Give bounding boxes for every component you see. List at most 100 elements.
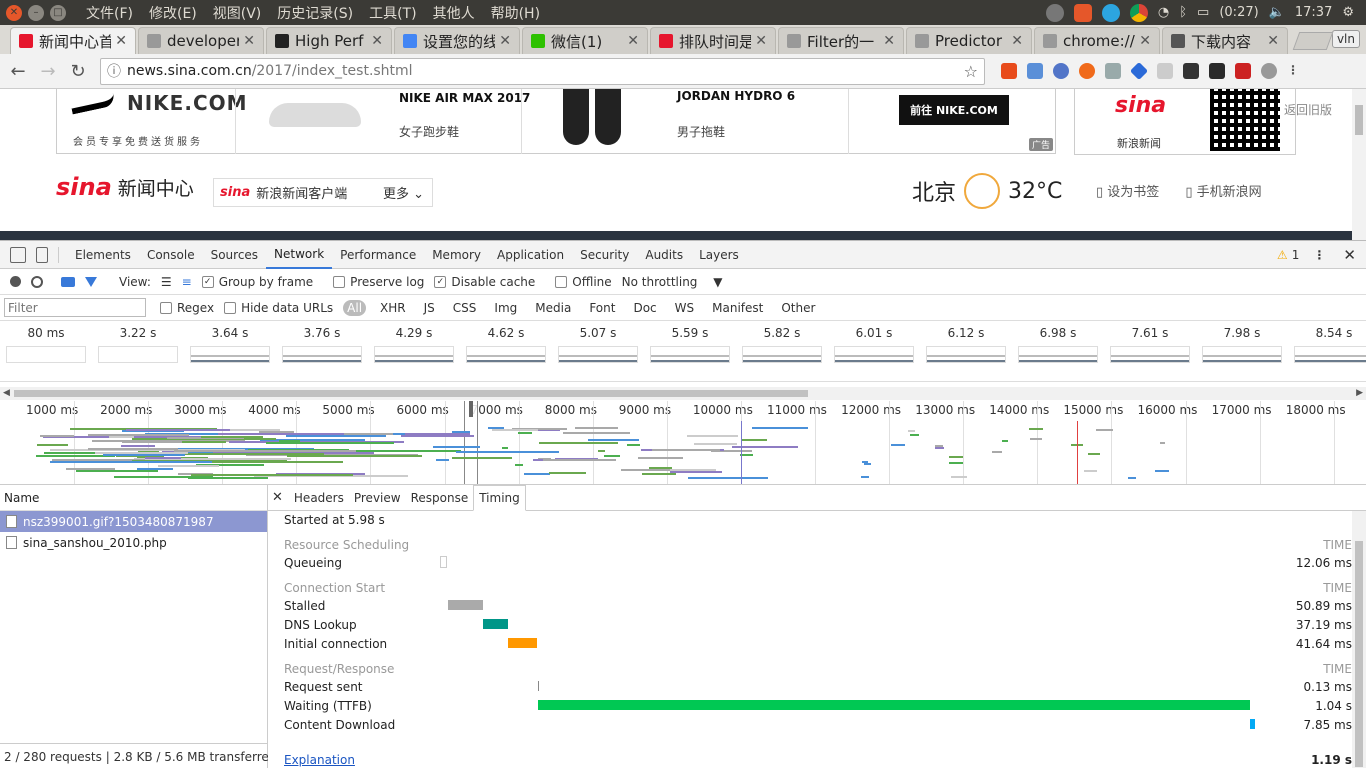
wifi-icon[interactable]: ◔ xyxy=(1158,5,1169,20)
extension-icon[interactable] xyxy=(1105,63,1121,79)
filmstrip-frame[interactable]: 7.61 s xyxy=(1109,326,1191,363)
filmstrip-frame[interactable]: 5.82 s xyxy=(741,326,823,363)
news-client-dropdown[interactable]: sina 新浪新闻客户端 更多 ⌄ xyxy=(213,178,433,207)
name-column-header[interactable]: Name xyxy=(0,485,267,511)
chrome-menu-icon[interactable]: ⋮ xyxy=(1287,63,1299,79)
browser-tab[interactable]: Filter的一 ✕ xyxy=(778,27,904,54)
extension-icon[interactable] xyxy=(1261,63,1277,79)
filmstrip-frame[interactable]: 80 ms xyxy=(5,326,87,363)
devtools-tab-memory[interactable]: Memory xyxy=(424,241,489,269)
filter-type-font[interactable]: Font xyxy=(585,300,619,316)
clock[interactable]: 17:37 xyxy=(1295,5,1332,20)
filmstrip-scrollbar[interactable]: ◀ ▶ xyxy=(0,387,1366,400)
handle-grip[interactable] xyxy=(469,401,473,417)
mobile-link[interactable]: ▯ 手机新浪网 xyxy=(1185,181,1261,200)
request-row[interactable]: nsz399001.gif?1503480871987 xyxy=(0,511,267,532)
devtools-tab-sources[interactable]: Sources xyxy=(203,241,266,269)
preserve-log-checkbox[interactable]: Preserve log xyxy=(333,275,424,289)
tab-close-icon[interactable]: ✕ xyxy=(627,33,639,49)
nike-ad-banner[interactable]: NIKE.COM 会员专享免费送货服务 NIKE AIR MAX 2017 女子… xyxy=(56,89,1056,154)
page-scrollbar[interactable] xyxy=(1352,89,1366,240)
devtools-tab-security[interactable]: Security xyxy=(572,241,637,269)
extension-icon[interactable] xyxy=(1129,61,1149,81)
menu-help[interactable]: 帮助(H) xyxy=(491,3,540,23)
detail-tab-preview[interactable]: Preview xyxy=(349,485,406,511)
devtools-tab-layers[interactable]: Layers xyxy=(691,241,747,269)
tab-close-icon[interactable]: ✕ xyxy=(755,33,767,49)
browser-tab[interactable]: 微信(1) ✕ xyxy=(522,27,648,54)
filter-type-other[interactable]: Other xyxy=(777,300,819,316)
scroll-right-icon[interactable]: ▶ xyxy=(1356,388,1363,398)
record-icon[interactable] xyxy=(10,276,21,287)
bookmark-star-icon[interactable]: ☆ xyxy=(964,62,978,81)
checkbox[interactable] xyxy=(555,275,568,288)
filmstrip-frame[interactable]: 6.98 s xyxy=(1017,326,1099,363)
devtools-menu-icon[interactable]: ⋮ xyxy=(1313,248,1325,262)
tab-close-icon[interactable]: ✕ xyxy=(1267,33,1279,49)
network-overview[interactable]: 1000 ms 2000 ms 3000 ms 4000 ms 5000 ms 6000 … xyxy=(0,401,1366,485)
detail-tab-timing[interactable]: Timing xyxy=(473,484,526,511)
forward-arrow-icon[interactable]: → xyxy=(36,61,60,82)
clear-icon[interactable] xyxy=(31,275,43,288)
filmstrip-frame[interactable]: 4.29 s xyxy=(373,326,455,363)
tab-close-icon[interactable]: ✕ xyxy=(115,33,127,49)
profile-button[interactable]: vln xyxy=(1331,30,1360,48)
new-tab-button[interactable] xyxy=(1292,32,1334,50)
filter-type-doc[interactable]: Doc xyxy=(629,300,660,316)
filter-icon[interactable] xyxy=(85,276,97,287)
capture-screenshots-icon[interactable] xyxy=(61,276,75,287)
filmstrip-frame[interactable]: 3.64 s xyxy=(189,326,271,363)
overview-selection-handle[interactable] xyxy=(464,401,478,484)
reload-icon[interactable]: ↻ xyxy=(66,61,90,82)
filmstrip-frame[interactable]: 5.59 s xyxy=(649,326,731,363)
browser-tab[interactable]: 下载内容 ✕ xyxy=(1162,27,1288,54)
tab-close-icon[interactable]: ✕ xyxy=(1139,33,1151,49)
detail-tab-response[interactable]: Response xyxy=(406,485,474,511)
back-arrow-icon[interactable]: ← xyxy=(6,61,30,82)
browser-tab[interactable]: chrome://✕ xyxy=(1034,27,1160,54)
address-bar[interactable]: ⓘ news.sina.com.cn/2017/index_test.shtml… xyxy=(100,57,985,85)
inspect-element-icon[interactable] xyxy=(10,246,26,263)
waterfall-view-icon[interactable]: ≡ xyxy=(182,275,192,289)
browser-tab[interactable]: developer ✕ xyxy=(138,27,264,54)
tab-close-icon[interactable]: ✕ xyxy=(371,33,383,49)
disable-cache-checkbox[interactable]: ✓ Disable cache xyxy=(434,275,535,289)
hide-data-urls-checkbox[interactable]: Hide data URLs xyxy=(224,301,333,315)
window-minimize-button[interactable]: – xyxy=(28,4,44,21)
bluetooth-icon[interactable]: ᛒ xyxy=(1179,5,1187,20)
extension-icon[interactable] xyxy=(1027,63,1043,79)
device-toolbar-icon[interactable] xyxy=(36,246,48,263)
tab-close-icon[interactable]: ✕ xyxy=(499,33,511,49)
filmstrip-frame[interactable]: 3.22 s xyxy=(97,326,179,363)
checkbox-checked[interactable]: ✓ xyxy=(434,275,447,288)
filter-type-all[interactable]: All xyxy=(343,299,367,316)
pocket-icon[interactable] xyxy=(1183,63,1199,79)
scroll-left-icon[interactable]: ◀ xyxy=(3,388,10,398)
battery-icon[interactable]: ▭ xyxy=(1197,5,1209,20)
extension-icon[interactable] xyxy=(1053,63,1069,79)
browser-tab[interactable]: 排队时间是 ✕ xyxy=(650,27,776,54)
filter-input[interactable] xyxy=(4,298,146,317)
group-by-frame-checkbox[interactable]: ✓ Group by frame xyxy=(201,275,313,289)
devtools-close-icon[interactable]: ✕ xyxy=(1343,246,1356,264)
detail-tab-headers[interactable]: Headers xyxy=(289,485,349,511)
extension-icon[interactable] xyxy=(1079,63,1095,79)
devtools-tab-network[interactable]: Network xyxy=(266,241,333,269)
filmstrip-frame[interactable]: 6.12 s xyxy=(925,326,1007,363)
menu-people[interactable]: 其他人 xyxy=(433,3,475,23)
menu-view[interactable]: 视图(V) xyxy=(213,3,262,23)
chrome-icon[interactable] xyxy=(1129,3,1148,22)
filter-type-css[interactable]: CSS xyxy=(449,300,481,316)
filmstrip-frame[interactable]: 7.98 s xyxy=(1201,326,1283,363)
checkbox-checked[interactable]: ✓ xyxy=(201,275,214,288)
tab-close-icon[interactable]: ✕ xyxy=(243,33,255,49)
telegram-icon[interactable] xyxy=(1101,3,1120,22)
request-row[interactable]: sina_sanshou_2010.php xyxy=(0,532,267,553)
extension-icon[interactable] xyxy=(1209,63,1225,79)
devtools-tab-elements[interactable]: Elements xyxy=(67,241,139,269)
timing-scrollbar[interactable] xyxy=(1352,511,1366,768)
bookmark-link[interactable]: ▯ 设为书签 xyxy=(1096,181,1159,200)
filter-type-manifest[interactable]: Manifest xyxy=(708,300,767,316)
input-method-icon[interactable] xyxy=(1073,3,1092,22)
window-maximize-button[interactable]: □ xyxy=(50,4,66,21)
